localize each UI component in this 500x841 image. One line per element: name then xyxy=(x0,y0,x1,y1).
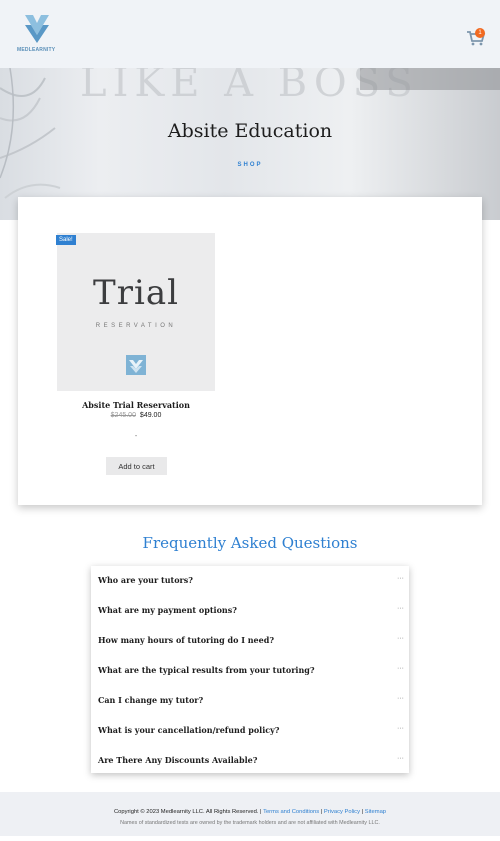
footer-separator: | xyxy=(361,809,364,815)
faq-toggle-icon[interactable]: ··· xyxy=(397,575,404,582)
faq-accordion: Who are your tutors? ··· What are my pay… xyxy=(91,566,409,773)
faq-toggle-icon[interactable]: ··· xyxy=(397,605,404,612)
product-grid-card: Trial RESERVATION Sale! Absite Trial Res… xyxy=(18,197,482,505)
footer-disclaimer: Names of standardized tests are owned by… xyxy=(120,820,380,826)
product-image-subtitle: RESERVATION xyxy=(95,323,177,329)
faq-item[interactable]: How many hours of tutoring do I need? ··… xyxy=(91,626,409,655)
faq-toggle-icon[interactable]: ··· xyxy=(397,635,404,642)
hero-background-shape xyxy=(360,68,500,90)
faq-question: How many hours of tutoring do I need? xyxy=(98,635,275,645)
faq-item[interactable]: What are the typical results from your t… xyxy=(91,656,409,685)
faq-item[interactable]: What is your cancellation/refund policy?… xyxy=(91,716,409,745)
site-footer: Copyright © 2023 Medlearnity LLC. All Ri… xyxy=(0,792,500,836)
terms-link[interactable]: Terms and Conditions xyxy=(263,809,319,815)
faq-item[interactable]: Are There Any Discounts Available? ··· xyxy=(91,746,409,775)
faq-item[interactable]: What are my payment options? ··· xyxy=(91,596,409,625)
footer-separator: | xyxy=(260,809,262,815)
add-to-cart-button[interactable]: Add to cart xyxy=(106,457,167,475)
site-header: MEDLEARNITY 1 xyxy=(0,0,500,68)
medlearnity-logo-icon xyxy=(25,15,49,43)
faq-title: Frequently Asked Questions xyxy=(142,534,358,552)
privacy-link[interactable]: Privacy Policy xyxy=(324,809,360,815)
sale-badge: Sale! xyxy=(56,235,76,245)
sitemap-link[interactable]: Sitemap xyxy=(365,809,386,815)
product-old-price: $245.00 xyxy=(110,412,136,419)
faq-toggle-icon[interactable]: ··· xyxy=(397,665,404,672)
footer-separator: | xyxy=(320,809,323,815)
faq-toggle-icon[interactable]: ··· xyxy=(397,695,404,702)
product-price: $245.00 $49.00 xyxy=(57,412,215,419)
faq-item[interactable]: Who are your tutors? ··· xyxy=(91,566,409,595)
footer-copyright-line: Copyright © 2023 Medlearnity LLC. All Ri… xyxy=(0,809,500,815)
copyright-text: Copyright © 2023 Medlearnity LLC. All Ri… xyxy=(113,809,259,815)
medlearnity-badge-icon xyxy=(126,355,146,375)
product-image-title: Trial xyxy=(93,273,179,313)
breadcrumb-shop[interactable]: SHOP xyxy=(0,162,500,168)
product-name[interactable]: Absite Trial Reservation xyxy=(57,400,215,410)
faq-question: What are the typical results from your t… xyxy=(98,665,315,675)
site-logo[interactable]: MEDLEARNITY xyxy=(17,13,57,57)
logo-text: MEDLEARNITY xyxy=(17,47,56,53)
cart-count-badge: 1 xyxy=(475,28,485,38)
product-sale-price: $49.00 xyxy=(139,412,162,419)
faq-question: Can I change my tutor? xyxy=(98,695,204,705)
faq-toggle-icon[interactable]: ··· xyxy=(397,755,404,762)
faq-question: Are There Any Discounts Available? xyxy=(98,755,258,765)
product-image[interactable]: Trial RESERVATION xyxy=(57,233,215,391)
faq-question: What are my payment options? xyxy=(98,605,237,615)
faq-toggle-icon[interactable]: ··· xyxy=(397,725,404,732)
page-title: Absite Education xyxy=(167,120,333,142)
faq-question: What is your cancellation/refund policy? xyxy=(98,725,280,735)
product-separator: - xyxy=(134,433,138,440)
faq-item[interactable]: Can I change my tutor? ··· xyxy=(91,686,409,715)
faq-question: Who are your tutors? xyxy=(98,575,193,585)
